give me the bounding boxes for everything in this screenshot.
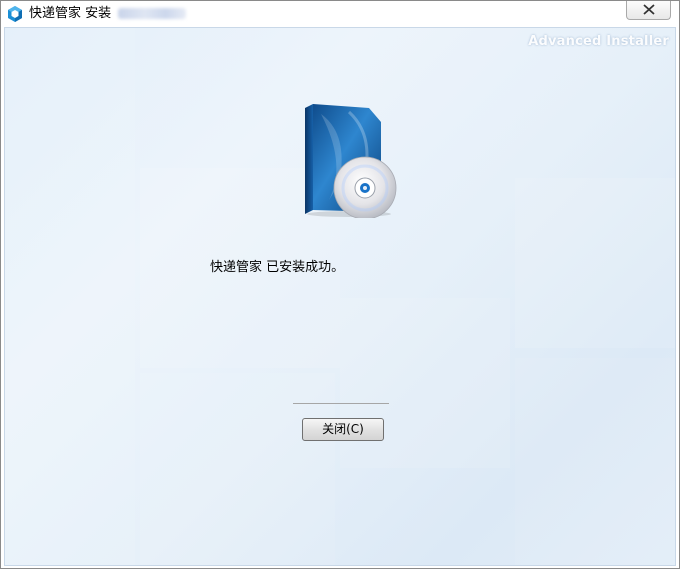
window-close-button[interactable]: [626, 1, 671, 20]
button-divider: [293, 403, 389, 404]
brand-watermark: Advanced Installer: [528, 34, 669, 49]
install-success-message: 快递管家 已安装成功。: [210, 260, 345, 275]
bg-tile: [140, 373, 335, 565]
bg-tile: [5, 28, 135, 565]
bg-tile: [515, 178, 675, 348]
window-title: 快递管家 安装: [29, 6, 112, 21]
close-x-icon: [643, 4, 655, 15]
title-bar: 快递管家 安装: [1, 1, 679, 27]
bg-tile: [515, 358, 675, 565]
bg-tile: [340, 298, 510, 468]
app-cube-icon: [6, 5, 24, 23]
blurred-title-text: [118, 8, 186, 19]
software-box-cd-icon: [305, 104, 397, 218]
close-button[interactable]: 关闭(C): [302, 418, 384, 441]
installer-window: 快递管家 安装 Advanced Installer 快递管家 已安装成功。 关…: [0, 0, 680, 569]
installer-content: Advanced Installer 快递管家 已安装成功。 关闭(C): [4, 27, 676, 566]
